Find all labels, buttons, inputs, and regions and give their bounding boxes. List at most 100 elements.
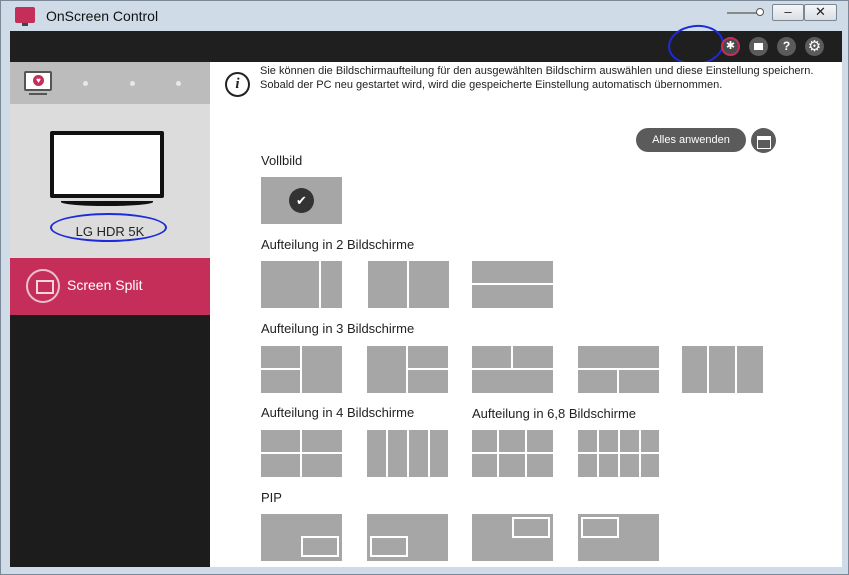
screen-split-icon (26, 269, 60, 303)
layout-2-vertical[interactable] (368, 261, 449, 308)
layout-cell (578, 370, 617, 393)
layout-cell (302, 430, 342, 452)
layout-cell (620, 454, 639, 477)
layout-cell (499, 430, 525, 452)
monitor-stand (61, 198, 153, 206)
monitor-card[interactable]: LG HDR 5K (10, 104, 210, 258)
minimize-button[interactable]: – (772, 4, 804, 21)
close-button[interactable]: ✕ (804, 4, 837, 21)
title-bar[interactable]: OnScreen Control – ✕ (1, 1, 848, 31)
layout-3-b[interactable] (367, 346, 448, 393)
layout-cell (472, 261, 553, 283)
section-label-split3: Aufteilung in 3 Bildschirme (261, 321, 415, 336)
layout-cell (408, 370, 448, 393)
layout-cell (578, 454, 597, 477)
layout-cell (472, 285, 553, 308)
layout-3-e[interactable] (682, 346, 763, 393)
layout-cell (367, 430, 386, 477)
gear-icon[interactable]: ⚙ (805, 37, 824, 56)
layout-pip-bottom-left[interactable] (367, 514, 448, 561)
layout-cell (527, 454, 553, 477)
client-area: ✱ ? ⚙ ♥ LG HDR 5K Screen Split i Sie kön… (10, 22, 842, 567)
section-label-full: Vollbild (261, 153, 303, 168)
sidebar-item-label: Screen Split (67, 277, 143, 293)
monitor-tab-dot[interactable] (130, 81, 135, 86)
layout-icon[interactable] (751, 128, 776, 153)
layout-cell (261, 430, 300, 452)
info-icon: i (225, 72, 250, 97)
layout-cell (302, 454, 342, 477)
layout-cell (472, 430, 497, 452)
info-text: Sie können die Bildschirmaufteilung für … (260, 65, 814, 91)
monitor-tab-icon[interactable]: ♥ (24, 71, 52, 95)
layout-3-d[interactable] (578, 346, 659, 393)
layout-cell (499, 454, 525, 477)
main-content: i Sie können die Bildschirmaufteilung fü… (210, 62, 842, 567)
layout-cell (261, 261, 319, 308)
layout-cell (409, 261, 449, 308)
layout-cell (472, 454, 497, 477)
pip-window (512, 517, 550, 538)
section-label-split2: Aufteilung in 2 Bildschirme (261, 237, 415, 252)
sidebar-item-screen-split[interactable]: Screen Split (10, 258, 210, 315)
layout-pip-top-right[interactable] (472, 514, 553, 561)
apply-all-button[interactable]: Alles anwenden (636, 128, 746, 152)
layout-cell (682, 346, 707, 393)
app-window: OnScreen Control – ✕ ✱ ? ⚙ ♥ LG HDR 5K S… (0, 0, 849, 575)
layout-cell (641, 454, 659, 477)
layout-cell (368, 261, 407, 308)
layout-cell (709, 346, 735, 393)
layout-4-columns[interactable] (367, 430, 448, 477)
layout-cell (578, 430, 597, 452)
layout-6-grid[interactable] (472, 430, 553, 477)
layout-cell (302, 346, 342, 393)
monitor-tab-dot[interactable] (176, 81, 181, 86)
layout-cell (261, 346, 300, 368)
layout-cell (261, 454, 300, 477)
layout-full[interactable]: ✔ (261, 177, 342, 224)
layout-pip-bottom-right[interactable] (261, 514, 342, 561)
monitor-tabs: ♥ (10, 62, 210, 104)
layout-cell (599, 430, 618, 452)
layout-cell (321, 261, 342, 308)
layout-cell (430, 430, 448, 477)
layout-cell (367, 346, 406, 393)
layout-cell (527, 430, 553, 452)
cursor-icon[interactable]: ✱ (721, 37, 740, 56)
monitor-icon (50, 131, 164, 198)
layout-2-horizontal[interactable] (472, 261, 553, 308)
section-label-split4: Aufteilung in 4 Bildschirme (261, 405, 415, 420)
app-logo-icon (15, 7, 35, 26)
slider-knob[interactable] (756, 8, 764, 16)
window-title: OnScreen Control (46, 8, 159, 24)
annotation-circle (50, 213, 167, 242)
layout-pip-top-left[interactable] (578, 514, 659, 561)
layout-8-grid[interactable] (578, 430, 659, 477)
layout-4-grid[interactable] (261, 430, 342, 477)
layout-cell (620, 430, 639, 452)
layout-cell (472, 346, 511, 368)
layout-cell (513, 346, 553, 368)
pip-window (370, 536, 408, 557)
brightness-slider[interactable] (727, 8, 764, 16)
section-label-split68: Aufteilung in 6,8 Bildschirme (472, 406, 637, 421)
help-icon[interactable]: ? (777, 37, 796, 56)
layout-3-a[interactable] (261, 346, 342, 393)
pip-window (581, 517, 619, 538)
pip-window (301, 536, 339, 557)
layout-cell (388, 430, 407, 477)
sidebar: ♥ LG HDR 5K Screen Split (10, 62, 210, 567)
layout-cell (261, 370, 300, 393)
heart-icon: ♥ (33, 75, 44, 86)
layout-cell (737, 346, 763, 393)
section-label-pip: PIP (261, 490, 282, 505)
top-toolbar: ✱ ? ⚙ (10, 22, 842, 68)
layout-cell (641, 430, 659, 452)
layout-2-wide-left[interactable] (261, 261, 342, 308)
monitor-tab-dot[interactable] (83, 81, 88, 86)
layout-3-c[interactable] (472, 346, 553, 393)
layout-cell (408, 346, 448, 368)
layout-cell (619, 370, 659, 393)
window-icon[interactable] (749, 37, 768, 56)
layout-cell (599, 454, 618, 477)
